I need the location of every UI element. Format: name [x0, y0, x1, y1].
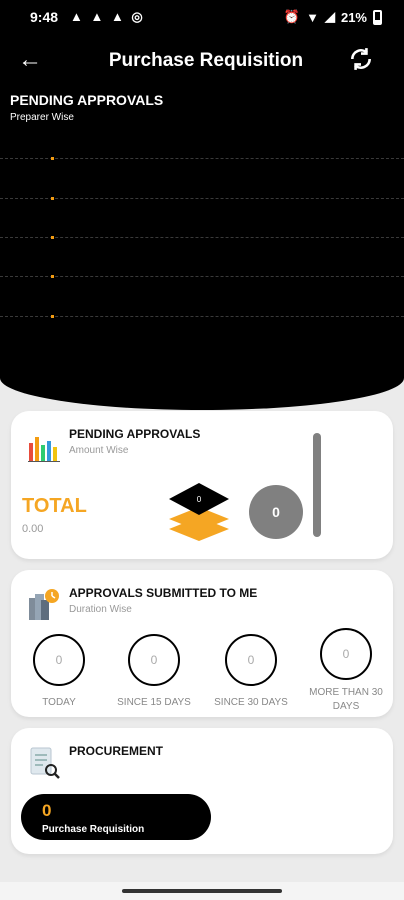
status-time: 9:48: [30, 9, 59, 25]
duration-label: MORE THAN 30 DAYS: [309, 687, 383, 712]
duration-15-days[interactable]: 0 SINCE 15 DAYS: [109, 634, 199, 710]
card-title: APPROVALS SUBMITTED TO ME: [69, 586, 258, 600]
card-subtitle: Amount Wise: [69, 445, 129, 456]
total-label: TOTAL: [22, 495, 87, 517]
amount-circle[interactable]: 0: [249, 485, 303, 539]
duration-ring: 0: [128, 634, 180, 686]
duration-more-than-30-days[interactable]: 0 MORE THAN 30 DAYS: [301, 628, 391, 714]
purchase-requisition-label: Purchase Requisition: [42, 824, 145, 835]
duration-label: SINCE 30 DAYS: [214, 697, 288, 708]
document-search-icon: [30, 747, 60, 779]
status-right: ⏰ ▼ ◢ 21%: [284, 9, 382, 25]
card-subtitle: Duration Wise: [69, 604, 132, 615]
files-clock-icon: [29, 589, 59, 620]
grid-marker: [51, 236, 54, 239]
system-nav-bar: [0, 882, 404, 900]
amount-bar: [313, 433, 321, 537]
stack-value: 0: [197, 495, 202, 504]
card-title: PENDING APPROVALS: [69, 427, 201, 441]
header-panel: 9:48 ▲ ▲ ▲ ◎ ⏰ ▼ ◢ 21% ← Purchase Requis…: [0, 0, 404, 410]
duration-label: TODAY: [42, 697, 76, 708]
alarm-icon: ⏰: [283, 9, 301, 24]
preparer-chart-subtitle: Preparer Wise: [10, 112, 74, 123]
bar-chart-icon: [28, 437, 60, 462]
pending-approvals-card[interactable]: PENDING APPROVALS Amount Wise TOTAL 0.00…: [11, 411, 393, 559]
duration-ring: 0: [33, 634, 85, 686]
grid-line: [0, 237, 404, 238]
grid-marker: [51, 275, 54, 278]
notification-icons: ▲ ▲ ▲ ◎: [70, 9, 145, 24]
page-title: Purchase Requisition: [108, 50, 304, 71]
app-bar: ← Purchase Requisition: [0, 40, 404, 84]
refresh-icon[interactable]: [348, 46, 374, 72]
procurement-card: PROCUREMENT 0 Purchase Requisition: [11, 728, 393, 854]
duration-today[interactable]: 0 TODAY: [14, 634, 104, 710]
grid-marker: [51, 197, 54, 200]
preparer-chart-title: PENDING APPROVALS: [10, 92, 164, 108]
total-value: 0.00: [22, 523, 44, 535]
duration-ring: 0: [320, 628, 372, 680]
purchase-requisition-count: 0: [42, 801, 52, 820]
card-title: PROCUREMENT: [69, 744, 164, 758]
purchase-requisition-button[interactable]: 0 Purchase Requisition: [21, 794, 211, 840]
grid-line: [0, 276, 404, 277]
battery-icon: [373, 9, 382, 25]
grid-line: [0, 158, 404, 159]
home-handle[interactable]: [122, 889, 282, 893]
status-bar: 9:48 ▲ ▲ ▲ ◎ ⏰ ▼ ◢ 21%: [0, 0, 404, 36]
signal-icon: ◢: [324, 9, 335, 24]
grid-marker: [51, 315, 54, 318]
grid-marker: [51, 157, 54, 160]
duration-label: SINCE 15 DAYS: [117, 697, 191, 708]
battery-percent: 21%: [340, 9, 367, 25]
grid-line: [0, 316, 404, 317]
layers-icon[interactable]: 0: [167, 483, 231, 541]
approvals-submitted-card[interactable]: APPROVALS SUBMITTED TO ME Duration Wise …: [11, 570, 393, 717]
duration-ring: 0: [225, 634, 277, 686]
wifi-icon: ▼: [306, 9, 319, 25]
duration-30-days[interactable]: 0 SINCE 30 DAYS: [206, 634, 296, 710]
grid-line: [0, 198, 404, 199]
